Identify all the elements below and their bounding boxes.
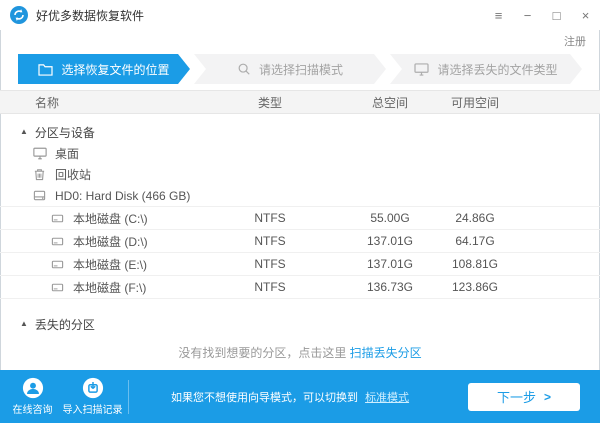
- collapse-triangle-icon: ▲: [20, 128, 28, 136]
- minimize-icon[interactable]: −: [513, 0, 542, 30]
- drive-total: 137.01G: [340, 234, 440, 248]
- drive-free: 123.86G: [440, 280, 510, 294]
- tree-item-label: 桌面: [55, 145, 79, 162]
- drive-type: NTFS: [200, 257, 340, 271]
- drive-total: 136.73G: [340, 280, 440, 294]
- trash-icon: [33, 168, 47, 181]
- main-content: ▲ 分区与设备 桌面 回收站 HD0: Hard Disk (466 GB): [0, 114, 600, 370]
- tree-item-label: HD0: Hard Disk (466 GB): [55, 189, 190, 203]
- footer-divider: [128, 380, 129, 414]
- drive-name: 本地磁盘 (F:\): [73, 279, 146, 296]
- partition-icon: [51, 281, 65, 294]
- hint-text: 如果您不想使用向导模式，可以切换到: [171, 392, 358, 404]
- menu-icon[interactable]: ≡: [484, 0, 513, 30]
- collapse-triangle-icon: ▲: [20, 320, 28, 328]
- window-controls: ≡ − □ ×: [484, 0, 600, 30]
- drive-row-e[interactable]: 本地磁盘 (E:\) NTFS 137.01G 108.81G: [0, 253, 600, 276]
- footer-bar: 在线咨询 导入扫描记录 如果您不想使用向导模式，可以切换到 标准模式 下一步 >: [0, 370, 600, 423]
- step-wizard: 选择恢复文件的位置 请选择扫描模式 请选择丢失的文件类型: [18, 54, 582, 84]
- folder-icon: [38, 63, 53, 76]
- register-link[interactable]: 注册: [564, 33, 586, 49]
- import-icon: [82, 377, 104, 399]
- step-label: 选择恢复文件的位置: [61, 61, 169, 78]
- drive-name: 本地磁盘 (D:\): [73, 233, 148, 250]
- monitor-icon: [414, 63, 429, 76]
- tree-item-recycle-bin[interactable]: 回收站: [0, 164, 600, 185]
- online-consult-button[interactable]: 在线咨询: [5, 377, 60, 416]
- maximize-icon[interactable]: □: [542, 0, 571, 30]
- tree-item-label: 回收站: [55, 166, 91, 183]
- section-title: 丢失的分区: [35, 316, 95, 333]
- drive-list: 本地磁盘 (C:\) NTFS 55.00G 24.86G 本地磁盘 (D:\)…: [0, 206, 600, 299]
- drive-name: 本地磁盘 (C:\): [73, 210, 148, 227]
- hard-disk-icon: [33, 189, 47, 202]
- drive-type: NTFS: [200, 234, 340, 248]
- app-window: 好优多数据恢复软件 ≡ − □ × 注册 选择恢复文件的位置 请选择扫描模式 请…: [0, 0, 600, 423]
- drive-total: 137.01G: [340, 257, 440, 271]
- drive-name: 本地磁盘 (E:\): [73, 256, 147, 273]
- lost-partition-empty-row: 没有找到想要的分区，点击这里 扫描丢失分区: [0, 344, 600, 361]
- wizard-mode-hint: 如果您不想使用向导模式，可以切换到 标准模式: [171, 389, 409, 405]
- drive-total: 55.00G: [340, 211, 440, 225]
- column-header-total: 总空间: [340, 94, 440, 111]
- chevron-right-icon: >: [544, 390, 551, 404]
- section-devices[interactable]: ▲ 分区与设备: [0, 121, 600, 143]
- partition-icon: [51, 235, 65, 248]
- column-header-free: 可用空间: [440, 94, 510, 111]
- app-logo-icon: [10, 6, 28, 24]
- drive-row-d[interactable]: 本地磁盘 (D:\) NTFS 137.01G 64.17G: [0, 230, 600, 253]
- scan-lost-partitions-link[interactable]: 扫描丢失分区: [350, 346, 422, 360]
- close-icon[interactable]: ×: [571, 0, 600, 30]
- drive-free: 108.81G: [440, 257, 510, 271]
- online-consult-label: 在线咨询: [13, 401, 53, 416]
- column-header-name: 名称: [0, 94, 200, 111]
- person-icon: [22, 377, 44, 399]
- next-button[interactable]: 下一步 >: [468, 383, 580, 411]
- titlebar: 好优多数据恢复软件 ≡ − □ ×: [0, 0, 600, 30]
- step-file-type: 请选择丢失的文件类型: [390, 54, 582, 84]
- drive-type: NTFS: [200, 280, 340, 294]
- step-select-location: 选择恢复文件的位置: [18, 54, 190, 84]
- import-scan-record-button[interactable]: 导入扫描记录: [65, 377, 120, 416]
- desktop-icon: [33, 147, 47, 160]
- drive-free: 24.86G: [440, 211, 510, 225]
- table-header: 名称 类型 总空间 可用空间: [0, 90, 600, 114]
- step-label: 请选择扫描模式: [259, 61, 343, 78]
- column-header-type: 类型: [200, 94, 340, 111]
- drive-row-c[interactable]: 本地磁盘 (C:\) NTFS 55.00G 24.86G: [0, 207, 600, 230]
- drive-row-f[interactable]: 本地磁盘 (F:\) NTFS 136.73G 123.86G: [0, 276, 600, 299]
- section-lost-partitions[interactable]: ▲ 丢失的分区: [0, 313, 600, 335]
- import-scan-record-label: 导入扫描记录: [63, 401, 123, 416]
- search-icon: [237, 62, 251, 76]
- tree-item-desktop[interactable]: 桌面: [0, 143, 600, 164]
- window-title: 好优多数据恢复软件: [36, 7, 144, 24]
- partition-icon: [51, 212, 65, 225]
- standard-mode-link[interactable]: 标准模式: [365, 392, 409, 404]
- drive-free: 64.17G: [440, 234, 510, 248]
- partition-icon: [51, 258, 65, 271]
- step-label: 请选择丢失的文件类型: [437, 61, 557, 78]
- lost-partition-empty-text: 没有找到想要的分区，点击这里: [178, 346, 346, 360]
- next-button-label: 下一步: [497, 387, 536, 406]
- tree-item-hd0[interactable]: HD0: Hard Disk (466 GB): [0, 185, 600, 206]
- drive-type: NTFS: [200, 211, 340, 225]
- section-title: 分区与设备: [35, 124, 95, 141]
- step-scan-mode: 请选择扫描模式: [194, 54, 386, 84]
